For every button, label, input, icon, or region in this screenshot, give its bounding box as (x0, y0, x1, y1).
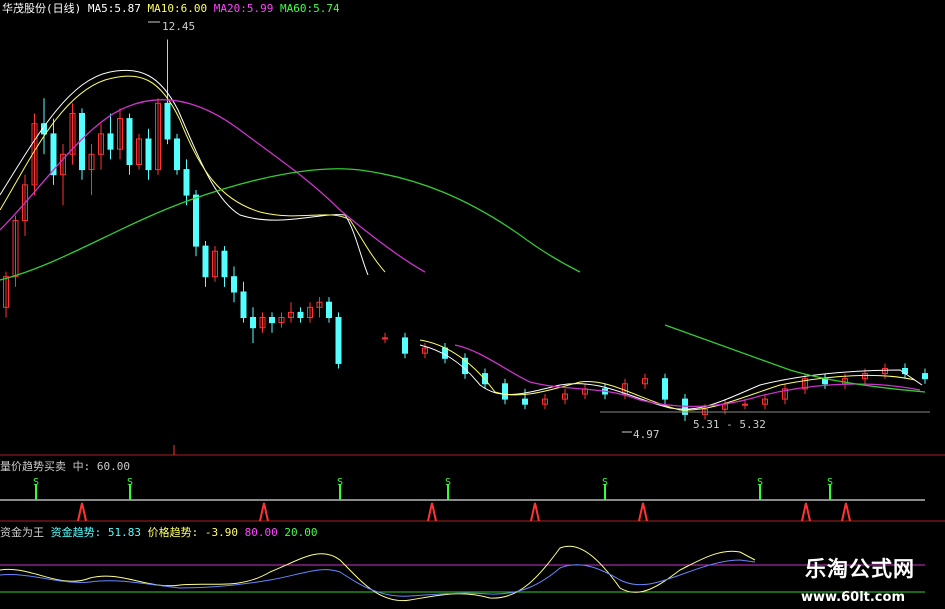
ma20-line-upper (0, 98, 426, 273)
candle-body (662, 378, 668, 400)
ma10-line-upper (0, 75, 386, 273)
candle-body (250, 317, 256, 329)
main-header: 华茂股份(日线) MA5:5.87 MA10:6.00 MA20:5.99 MA… (2, 0, 340, 16)
candle-body (145, 138, 152, 171)
sell-signal-mark (259, 502, 269, 522)
candle-body (221, 250, 228, 278)
panel2-mid-value: 60.00 (96, 460, 130, 473)
buy-signal-label: S (602, 477, 608, 488)
panel2-mid-label: 中: (72, 460, 91, 473)
candle-body (402, 337, 408, 354)
candle-body (382, 337, 388, 340)
ma60-label: MA60: (280, 2, 314, 15)
candle-body (231, 276, 237, 293)
panel3-title: 资金为王 (0, 526, 44, 539)
level-low-value: 20.00 (284, 526, 318, 539)
ma20-label: MA20: (213, 2, 247, 15)
panel3-header: 资金为王 资金趋势: 51.83 价格趋势: -3.90 80.00 20.00 (0, 524, 318, 540)
candle-body (164, 102, 171, 140)
candle-body (742, 403, 748, 406)
stock-chart-canvas[interactable]: SSSSSSS (0, 0, 945, 609)
candle-body (107, 133, 114, 150)
sell-signal-mark (801, 502, 811, 522)
panel2-header: 量价趋势买卖 中: 60.00 (0, 458, 130, 474)
buy-signal-label: S (445, 477, 451, 488)
candle-body (174, 138, 180, 171)
candle-body (522, 398, 528, 405)
buy-signal-label: S (337, 477, 343, 488)
panel-dividers (0, 411, 945, 593)
candle-body (202, 245, 209, 278)
panel2-title: 量价趋势买卖 (0, 460, 66, 473)
ma60-line-upper (0, 168, 581, 281)
sell-signal-mark (841, 502, 851, 522)
candle-body (922, 373, 928, 380)
ma10-line-lower (419, 339, 916, 411)
low-annotation: 4.97 (633, 428, 660, 441)
ma5-label: MA5: (87, 2, 115, 15)
sell-signal-mark (427, 502, 437, 522)
high-annotation: 12.45 (162, 20, 196, 33)
ma10-label: MA10: (147, 2, 181, 15)
fund-trend-label: 资金趋势: (50, 526, 102, 539)
sell-signal-mark (530, 502, 540, 522)
watermark-logo-text: 乐淘公式网 (805, 557, 915, 581)
level-high-value: 80.00 (244, 526, 278, 539)
buy-signal-label: S (33, 477, 39, 488)
candle-body (193, 194, 199, 247)
candle-body (269, 317, 275, 324)
candle-body (442, 347, 448, 359)
fund-trend-value: 51.83 (107, 526, 141, 539)
ma10-value: 6.00 (180, 2, 208, 15)
watermark-url: www.60lt.com (800, 590, 905, 605)
buy-signal-label: S (827, 477, 833, 488)
ma60-value: 5.74 (313, 2, 340, 15)
stock-title: 华茂股份(日线) (2, 2, 82, 15)
buy-signal-label: S (757, 477, 763, 488)
sell-signal-mark (638, 502, 648, 522)
candle-body (326, 301, 332, 319)
lower-candles (382, 332, 928, 422)
price-trend-label: 价格趋势: (147, 526, 199, 539)
candle-body (240, 291, 247, 318)
upper-candles (3, 39, 342, 369)
price-annotations (148, 21, 632, 433)
candle-body (183, 169, 190, 196)
candle-body (335, 317, 342, 364)
sell-signal-mark (77, 502, 87, 522)
ma5-value: 5.87 (114, 2, 141, 15)
ma20-value: 5.99 (246, 2, 274, 15)
candle-body (502, 383, 508, 400)
candle-body (126, 118, 133, 165)
candle-body (297, 311, 304, 318)
ma5-line-lower (419, 344, 923, 410)
buy-signal-label: S (127, 477, 133, 488)
price-trend-value: -3.90 (204, 526, 238, 539)
buy-sell-signals: SSSSSSS (33, 477, 851, 522)
range-annotation: 5.31 - 5.32 (693, 418, 766, 431)
